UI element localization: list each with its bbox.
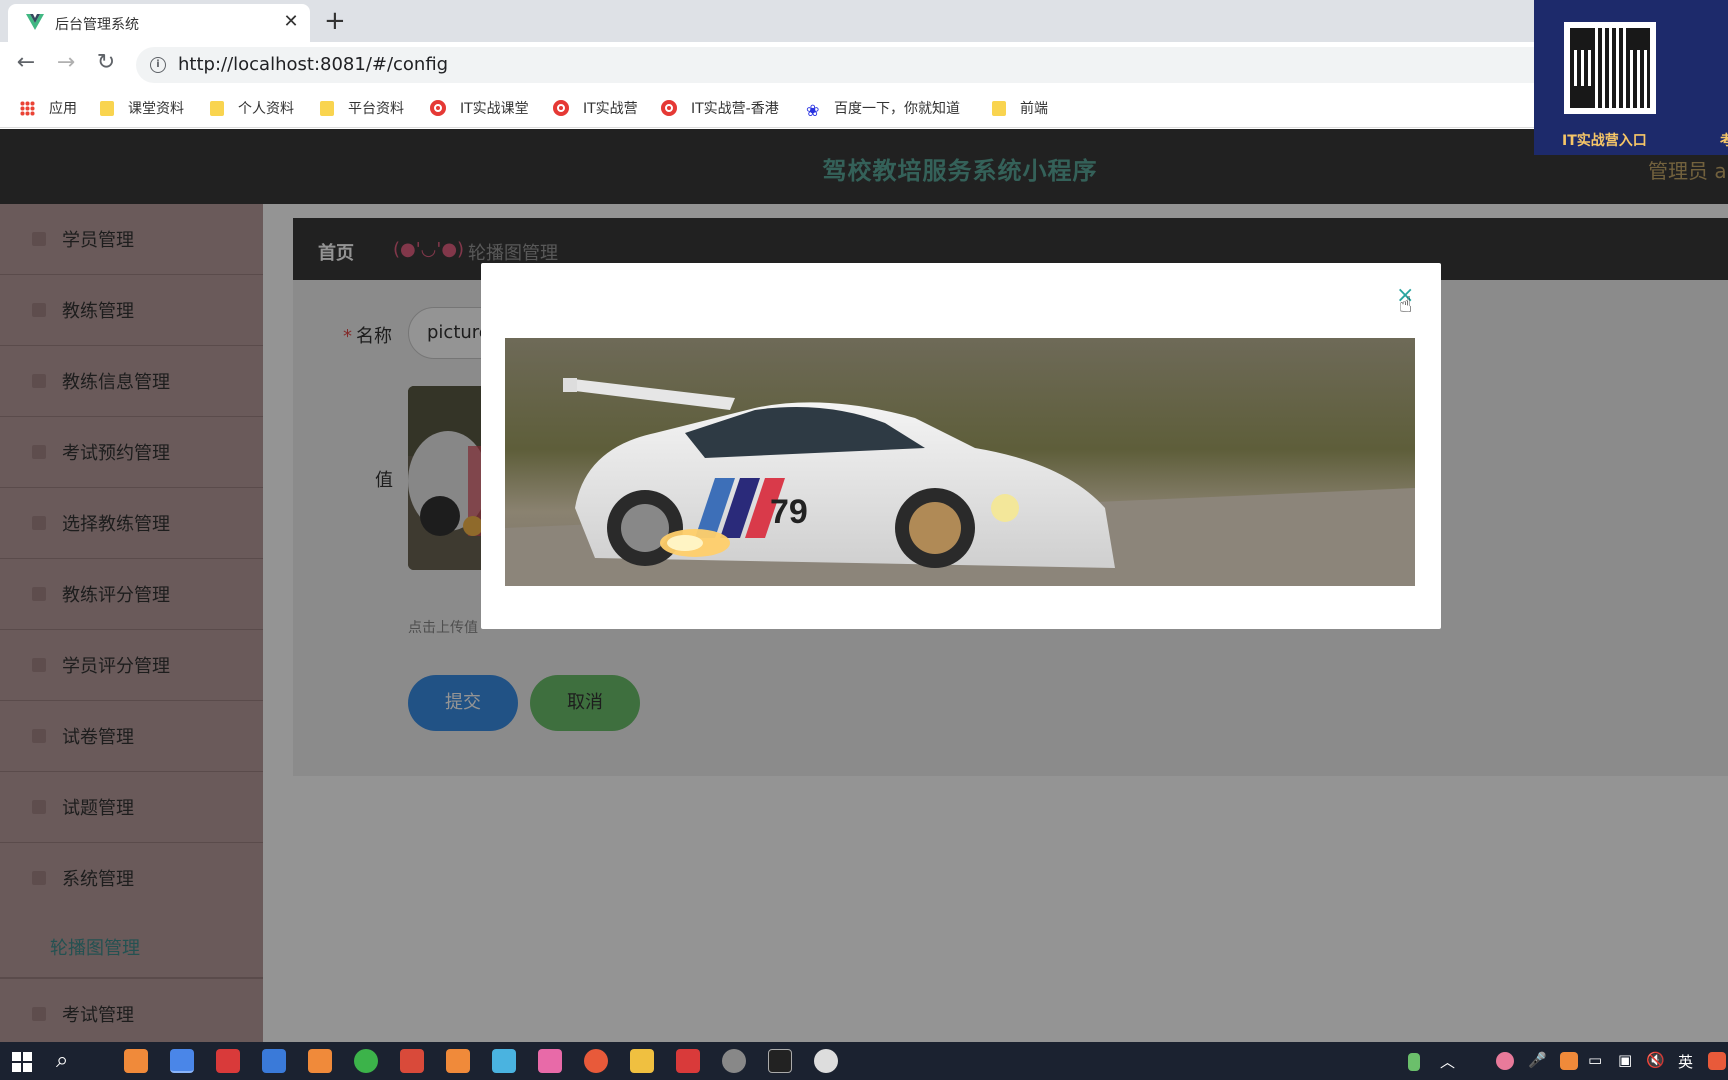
tray-app-icon[interactable]	[1560, 1052, 1578, 1070]
bookmark-folder[interactable]: 前端	[992, 97, 1048, 119]
bookmark-site[interactable]: IT实战课堂	[430, 97, 529, 119]
tab-title: 后台管理系统	[55, 17, 139, 33]
windows-start-icon[interactable]	[12, 1052, 32, 1072]
reload-icon[interactable]: ↻	[92, 50, 120, 75]
bookmark-label: IT实战课堂	[460, 101, 529, 117]
browser-tab-strip: 后台管理系统 ✕ +	[0, 0, 1728, 42]
browser-tab[interactable]: 后台管理系统 ✕	[8, 4, 310, 42]
qr-code-panel: IT实战营入口 考	[1534, 0, 1728, 155]
svg-text:79: 79	[770, 493, 808, 531]
bookmark-label: 百度一下，你就知道	[834, 101, 960, 117]
app-icon[interactable]	[400, 1049, 424, 1073]
app-icon[interactable]	[262, 1049, 286, 1073]
preview-image: 79	[505, 338, 1415, 586]
bookmark-label: IT实战营-香港	[691, 101, 779, 117]
battery-icon[interactable]	[1408, 1053, 1420, 1071]
info-icon[interactable]: i	[150, 57, 166, 73]
microphone-icon[interactable]: 🎤	[1528, 1051, 1547, 1069]
folder-icon	[100, 100, 114, 116]
back-icon[interactable]: ←	[12, 50, 40, 75]
chat-icon[interactable]	[814, 1049, 838, 1073]
address-bar[interactable]: i http://localhost:8081/#/config	[136, 47, 1728, 83]
race-car-image: 79	[505, 338, 1415, 586]
app-icon[interactable]	[446, 1049, 470, 1073]
network-icon[interactable]: ▣	[1618, 1051, 1632, 1069]
tray-app-icon[interactable]	[1708, 1052, 1726, 1070]
qr-code-icon	[1564, 22, 1656, 114]
qr-label: IT实战营入口	[1562, 133, 1647, 149]
bookmark-label: 个人资料	[238, 101, 294, 117]
bookmark-label: 前端	[1020, 101, 1048, 117]
site-icon	[430, 100, 446, 116]
bookmark-apps[interactable]: 应用	[20, 97, 77, 119]
search-icon[interactable]: ⌕	[56, 1048, 68, 1073]
vue-logo-icon	[26, 14, 44, 30]
image-preview-dialog: × ☝ 79	[481, 263, 1441, 629]
wps-icon[interactable]	[676, 1049, 700, 1073]
site-icon	[553, 100, 569, 116]
bookmark-folder[interactable]: 平台资料	[320, 97, 404, 119]
app-icon[interactable]	[354, 1049, 378, 1073]
bookmark-label: IT实战营	[583, 101, 638, 117]
bookmark-label: 课堂资料	[128, 101, 184, 117]
baidu-paw-icon: ❀	[806, 100, 820, 120]
apps-grid-icon	[20, 100, 35, 116]
forward-icon[interactable]: →	[52, 50, 80, 75]
app-icon[interactable]	[538, 1049, 562, 1073]
bookmark-site[interactable]: IT实战营	[553, 97, 638, 119]
power-icon[interactable]: ▭	[1588, 1051, 1602, 1069]
settings-icon[interactable]	[722, 1049, 746, 1073]
tray-app-icon[interactable]	[1496, 1052, 1514, 1070]
bookmark-site[interactable]: IT实战营-香港	[661, 97, 779, 119]
folder-icon	[992, 100, 1006, 116]
bookmark-folder[interactable]: 个人资料	[210, 97, 294, 119]
bookmark-site[interactable]: ❀ 百度一下，你就知道	[806, 97, 960, 120]
qr-label-partial: 考	[1720, 133, 1728, 149]
app-icon[interactable]	[308, 1049, 332, 1073]
url-text[interactable]: http://localhost:8081/#/config	[178, 54, 448, 75]
app-icon[interactable]	[492, 1049, 516, 1073]
terminal-icon[interactable]	[768, 1049, 792, 1073]
chrome-icon[interactable]	[170, 1049, 194, 1073]
file-explorer-icon[interactable]	[630, 1049, 654, 1073]
ime-indicator[interactable]: 英	[1678, 1051, 1693, 1072]
app-icon[interactable]	[584, 1049, 608, 1073]
bookmark-label: 平台资料	[348, 101, 404, 117]
volume-mute-icon[interactable]: 🔇	[1646, 1051, 1665, 1069]
new-tab-icon[interactable]: +	[324, 6, 346, 36]
bookmark-folder[interactable]: 课堂资料	[100, 97, 184, 119]
app-icon[interactable]	[216, 1049, 240, 1073]
hand-cursor-icon: ☝	[1399, 293, 1413, 318]
bookmark-label: 应用	[49, 101, 77, 117]
app-icon[interactable]	[124, 1049, 148, 1073]
os-taskbar: ⌕ ︿ 🎤 ▭ ▣ 🔇 英	[0, 1042, 1728, 1080]
folder-icon	[320, 100, 334, 116]
folder-icon	[210, 100, 224, 116]
site-icon	[661, 100, 677, 116]
browser-toolbar: ← → ↻ i http://localhost:8081/#/config	[0, 42, 1728, 88]
chevron-up-icon[interactable]: ︿	[1440, 1051, 1455, 1072]
tab-close-icon[interactable]: ✕	[280, 11, 302, 32]
bookmarks-bar: 应用 课堂资料 个人资料 平台资料 IT实战课堂 IT实战营 IT实战营-香港 …	[0, 88, 1728, 128]
